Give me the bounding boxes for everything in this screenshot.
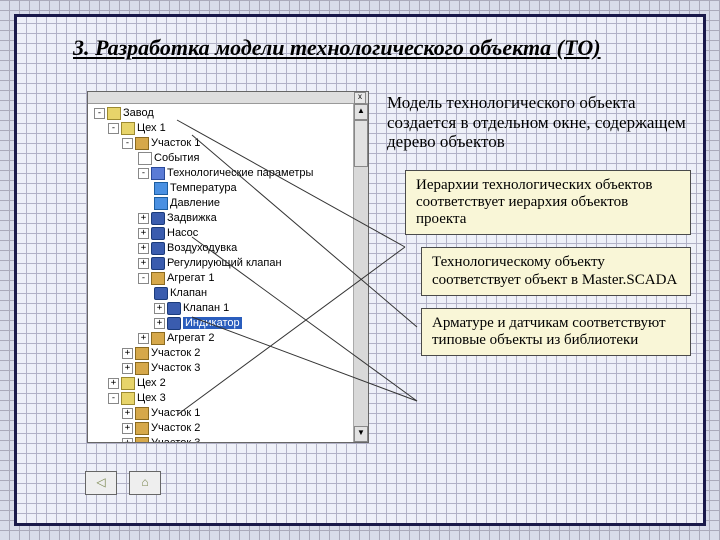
home-button[interactable]: ⌂ — [129, 471, 161, 495]
tree-label: Задвижка — [167, 212, 217, 224]
close-icon[interactable]: x — [354, 92, 366, 104]
expand-icon[interactable]: - — [108, 123, 119, 134]
tree-label: События — [154, 152, 199, 164]
tree-label: Участок 1 — [151, 137, 200, 149]
expand-icon[interactable]: + — [122, 438, 133, 443]
tree-label: Участок 2 — [151, 347, 200, 359]
object-icon — [135, 422, 149, 435]
expand-icon[interactable]: + — [122, 423, 133, 434]
object-icon — [151, 332, 165, 345]
scroll-down-icon[interactable]: ▼ — [354, 426, 368, 442]
expand-icon[interactable]: - — [108, 393, 119, 404]
folder-icon — [107, 107, 121, 120]
tree-label: Агрегат 2 — [167, 332, 214, 344]
intro-text: Модель технологического объекта создаетс… — [387, 93, 691, 158]
object-icon — [151, 272, 165, 285]
tree-label: Участок 3 — [151, 362, 200, 374]
object-icon — [135, 137, 149, 150]
tree-label: Насос — [167, 227, 198, 239]
scroll-thumb[interactable] — [354, 120, 368, 167]
expand-icon[interactable]: + — [154, 303, 165, 314]
folder-icon — [121, 377, 135, 390]
tree-window: x -Завод -Цех 1 -Участок 1 События -Техн… — [87, 91, 369, 443]
params-icon — [151, 167, 165, 180]
tree-label-selected[interactable]: Индикатор — [183, 317, 242, 329]
tree-label: Цех 2 — [137, 377, 166, 389]
expand-icon[interactable]: + — [138, 258, 149, 269]
expand-icon[interactable]: + — [154, 318, 165, 329]
tree-label: Цех 1 — [137, 122, 166, 134]
expand-icon[interactable]: - — [122, 138, 133, 149]
expand-icon[interactable]: + — [138, 243, 149, 254]
tree-label: Участок 3 — [151, 437, 200, 443]
tree-label: Цех 3 — [137, 392, 166, 404]
prev-button[interactable]: ◁ — [85, 471, 117, 495]
scroll-up-icon[interactable]: ▲ — [354, 104, 368, 120]
expand-icon[interactable]: - — [94, 108, 105, 119]
device-icon — [167, 317, 181, 330]
arrow-icon — [154, 197, 168, 210]
object-icon — [135, 437, 149, 443]
expand-icon[interactable]: + — [122, 363, 133, 374]
tree-label: Технологические параметры — [167, 167, 313, 179]
device-icon — [167, 302, 181, 315]
object-icon — [135, 362, 149, 375]
events-icon — [138, 152, 152, 165]
device-icon — [154, 287, 168, 300]
tree-label: Завод — [123, 107, 154, 119]
expand-icon[interactable]: + — [138, 333, 149, 344]
callout-hierarchy: Иерархии технологических объектов соотве… — [405, 170, 691, 236]
tree-label: Клапан — [170, 287, 207, 299]
vertical-scrollbar[interactable]: ▲ ▼ — [353, 104, 368, 442]
slide-title: 3. Разработка модели технологического об… — [73, 35, 647, 61]
object-icon — [135, 407, 149, 420]
tree-label: Клапан 1 — [183, 302, 229, 314]
device-icon — [151, 227, 165, 240]
tree-label: Воздуходувка — [167, 242, 237, 254]
expand-icon[interactable]: + — [122, 408, 133, 419]
tree-label: Участок 2 — [151, 422, 200, 434]
device-icon — [151, 212, 165, 225]
tree-label: Агрегат 1 — [167, 272, 214, 284]
expand-icon[interactable]: + — [108, 378, 119, 389]
expand-icon[interactable]: + — [138, 228, 149, 239]
object-tree[interactable]: -Завод -Цех 1 -Участок 1 События -Технол… — [90, 106, 352, 440]
callout-object: Технологическому объекту соответствует о… — [421, 247, 691, 296]
expand-icon[interactable]: + — [138, 213, 149, 224]
folder-icon — [121, 122, 135, 135]
callout-library: Арматуре и датчикам соответствуют типовы… — [421, 308, 691, 357]
tree-label: Регулирующий клапан — [167, 257, 282, 269]
object-icon — [135, 347, 149, 360]
device-icon — [151, 257, 165, 270]
folder-icon — [121, 392, 135, 405]
tree-label: Давление — [170, 197, 220, 209]
expand-icon[interactable]: + — [122, 348, 133, 359]
tree-label: Температура — [170, 182, 237, 194]
tree-label: Участок 1 — [151, 407, 200, 419]
expand-icon[interactable]: - — [138, 168, 149, 179]
arrow-icon — [154, 182, 168, 195]
expand-icon[interactable]: - — [138, 273, 149, 284]
device-icon — [151, 242, 165, 255]
window-titlebar: x — [88, 92, 368, 104]
